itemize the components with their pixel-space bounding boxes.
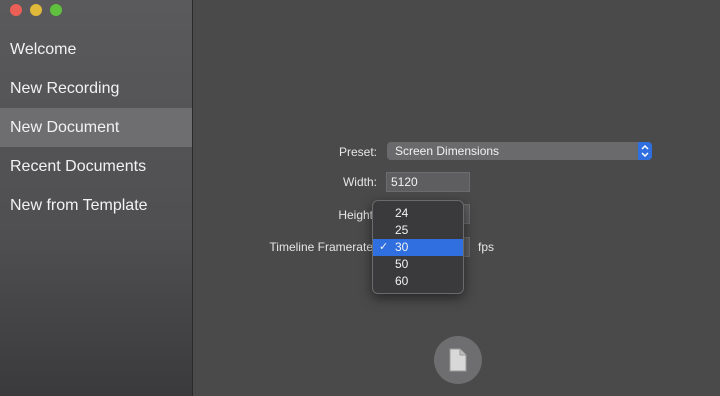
framerate-option[interactable]: 25 (373, 222, 463, 239)
framerate-option[interactable]: 24 (373, 205, 463, 222)
framerate-option-selected[interactable]: ✓ 30 (373, 239, 463, 256)
framerate-option-label: 30 (395, 240, 409, 254)
zoom-window-button[interactable] (50, 4, 62, 16)
width-label: Width: (342, 175, 377, 189)
sidebar: Welcome New Recording New Document Recen… (0, 0, 193, 396)
select-stepper-icon (638, 142, 652, 160)
framerate-menu: 24 25 ✓ 30 50 60 (372, 200, 464, 294)
preset-select[interactable]: Screen Dimensions (387, 142, 652, 160)
framerate-option[interactable]: 50 (373, 256, 463, 273)
width-field[interactable]: 5120 (386, 172, 470, 192)
checkmark-icon: ✓ (379, 241, 389, 253)
preset-value: Screen Dimensions (395, 144, 500, 158)
height-label: Height (338, 208, 373, 222)
minimize-window-button[interactable] (30, 4, 42, 16)
window-controls (10, 4, 62, 16)
sidebar-item-welcome[interactable]: Welcome (0, 30, 192, 69)
sidebar-item-new-recording[interactable]: New Recording (0, 69, 192, 108)
sidebar-item-new-document[interactable]: New Document (0, 108, 192, 147)
sidebar-item-recent-documents[interactable]: Recent Documents (0, 147, 192, 186)
sidebar-item-new-from-template[interactable]: New from Template (0, 186, 192, 225)
sidebar-nav: Welcome New Recording New Document Recen… (0, 30, 192, 225)
framerate-label: Timeline Framerate (269, 240, 373, 254)
document-icon (449, 348, 467, 372)
close-window-button[interactable] (10, 4, 22, 16)
preset-label: Preset: (338, 145, 377, 159)
framerate-option[interactable]: 60 (373, 273, 463, 290)
create-document-button[interactable] (434, 336, 482, 384)
fps-unit-label: fps (478, 240, 495, 254)
